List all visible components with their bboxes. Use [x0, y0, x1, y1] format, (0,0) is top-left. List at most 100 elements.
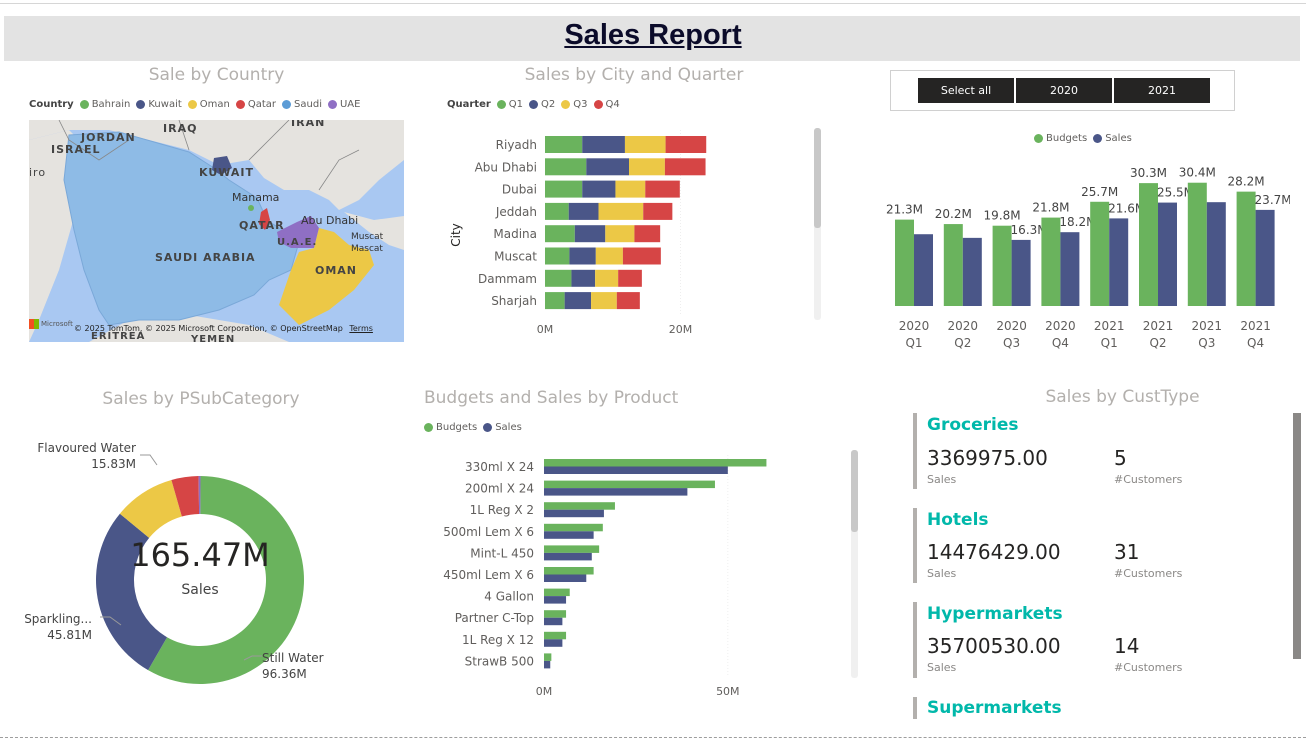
bar-sales[interactable] [544, 552, 592, 561]
bar-q1[interactable] [545, 202, 569, 220]
bar-budgets[interactable] [544, 588, 570, 597]
bar-q3[interactable] [615, 180, 646, 198]
map-attribution-text[interactable]: © 2025 TomTom, © 2025 Microsoft Corporat… [74, 324, 343, 333]
bar-sales[interactable] [544, 466, 728, 475]
bar-q2[interactable] [586, 158, 629, 176]
legend-item-q1[interactable]: Q1 [496, 99, 523, 110]
bar-q2[interactable] [571, 269, 596, 287]
bar-q1[interactable] [545, 136, 583, 153]
bar-sales[interactable] [1011, 239, 1031, 306]
bar-q3[interactable] [598, 202, 644, 220]
bar-q1[interactable] [545, 180, 583, 198]
bar-sales[interactable] [1158, 202, 1177, 306]
bar-q1[interactable] [545, 269, 572, 287]
city-chart-scrollbar[interactable] [814, 128, 821, 320]
product-chart[interactable]: 330ml X 24 200ml X 24 1L Reg X 2 500ml Lem … [420, 450, 850, 705]
bar-q3[interactable] [624, 136, 666, 153]
legend-item-oman[interactable]: Oman [187, 99, 230, 110]
bar-q4[interactable] [634, 225, 661, 243]
slicer-2020[interactable]: 2020 [1016, 78, 1112, 103]
bar-q2[interactable] [568, 202, 599, 220]
bar-q4[interactable] [665, 136, 707, 153]
bar-sales[interactable] [544, 617, 563, 626]
bar-budgets[interactable] [1139, 183, 1158, 306]
bar-budgets[interactable] [544, 545, 600, 553]
bar-sales[interactable] [1206, 202, 1226, 306]
legend-item-qatar[interactable]: Qatar [235, 99, 276, 110]
product-chart-legend: Budgets Sales [424, 422, 522, 433]
legend-item-bahrain[interactable]: Bahrain [79, 99, 130, 110]
bar-q2[interactable] [569, 247, 596, 265]
bar-sales[interactable] [544, 488, 688, 496]
bar-sales[interactable] [544, 639, 563, 647]
city-chart[interactable]: Riyadh Abu Dhabi Dubai Jeddah Madina Muscat Da… [440, 125, 840, 340]
legend-item-sales[interactable]: Sales [1093, 133, 1132, 144]
legend-item-q4[interactable]: Q4 [593, 99, 620, 110]
bar-sales[interactable] [914, 234, 933, 306]
city-chart-scroll-thumb[interactable] [814, 128, 821, 228]
custtype-scrollbar[interactable] [1293, 413, 1301, 659]
bar-budgets[interactable] [1041, 217, 1061, 306]
legend-item-budgets[interactable]: Budgets [424, 422, 477, 433]
legend-item-q2[interactable]: Q2 [529, 99, 555, 110]
quarter-chart[interactable]: 21.3M2020Q120.2M2020Q219.8M16.3M2020Q321… [880, 160, 1290, 355]
bar-sales[interactable] [1255, 209, 1275, 306]
map-terms-link[interactable]: Terms [349, 324, 373, 333]
bar-sales[interactable] [544, 596, 567, 604]
bar-sales[interactable] [962, 237, 982, 306]
legend-item-saudi[interactable]: Saudi [282, 99, 322, 110]
bar-budgets[interactable] [1187, 182, 1207, 306]
slicer-2021[interactable]: 2021 [1114, 78, 1210, 103]
legend-item-kuwait[interactable]: Kuwait [136, 99, 182, 110]
slicer-select-all[interactable]: Select all [918, 78, 1014, 103]
bar-q1[interactable] [545, 292, 565, 310]
bar-q2[interactable] [582, 180, 616, 198]
bar-budgets[interactable] [992, 225, 1012, 306]
bar-q3[interactable] [595, 269, 619, 287]
country-map[interactable]: JORDAN IRAQ IRAN ISRAEL iro KUWAIT Manam… [29, 120, 404, 342]
bottom-border [0, 737, 1306, 738]
bahrain-region[interactable] [248, 205, 254, 211]
legend-item-q3[interactable]: Q3 [561, 99, 588, 110]
product-chart-scroll-thumb[interactable] [851, 450, 858, 532]
bar-q4[interactable] [622, 247, 661, 265]
bar-sales[interactable] [544, 531, 594, 539]
bar-q3[interactable] [605, 225, 635, 243]
bar-q1[interactable] [545, 247, 570, 265]
bar-budgets[interactable] [544, 653, 552, 661]
bar-q1[interactable] [545, 158, 587, 176]
bar-q4[interactable] [664, 158, 706, 176]
bar-sales[interactable] [1109, 218, 1129, 306]
bar-budgets[interactable] [544, 631, 567, 640]
bar-budgets[interactable] [544, 610, 567, 618]
bar-sales[interactable] [1060, 232, 1080, 306]
legend-item-uae[interactable]: UAE [327, 99, 360, 110]
bar-q3[interactable] [629, 158, 665, 176]
bar-budgets[interactable] [895, 219, 914, 306]
bar-q4[interactable] [616, 292, 640, 310]
bar-budgets[interactable] [544, 502, 615, 510]
bar-q2[interactable] [582, 136, 625, 153]
bar-q2[interactable] [564, 292, 592, 310]
bar-sales[interactable] [544, 509, 604, 518]
bar-q4[interactable] [618, 269, 642, 287]
bar-q4[interactable] [645, 180, 680, 198]
product-chart-scrollbar[interactable] [851, 450, 858, 678]
bar-budgets[interactable] [544, 567, 594, 575]
bar-budgets[interactable] [1090, 201, 1110, 306]
bar-sales[interactable] [544, 574, 587, 583]
bar-budgets[interactable] [1236, 191, 1256, 306]
bar-q2[interactable] [574, 225, 606, 243]
bar-budgets[interactable] [544, 480, 715, 489]
legend-item-sales[interactable]: Sales [483, 422, 522, 433]
bar-sales[interactable] [544, 660, 551, 669]
bar-q3[interactable] [595, 247, 623, 265]
bar-budgets[interactable] [544, 459, 767, 467]
bar-q1[interactable] [545, 225, 575, 243]
legend-item-budgets[interactable]: Budgets [1034, 133, 1087, 144]
bar-budgets[interactable] [544, 523, 603, 532]
bar-q3[interactable] [591, 292, 617, 310]
bar-q4[interactable] [643, 202, 673, 220]
bar-budgets[interactable] [943, 224, 963, 306]
donut-chart[interactable]: 165.47M Sales Still Water 96.36M Sparkling..… [0, 420, 420, 700]
